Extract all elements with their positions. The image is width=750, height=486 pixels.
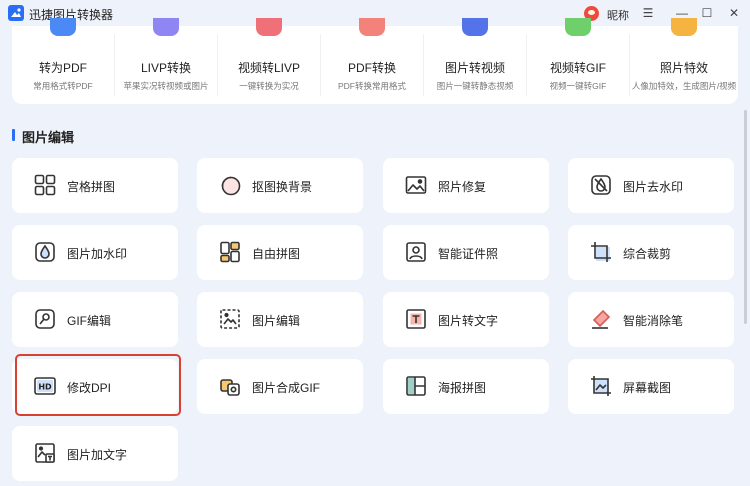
pdf-icon (359, 18, 385, 36)
tool-free-collage[interactable]: 自由拼图 (197, 225, 363, 280)
compose-gif-icon (220, 379, 240, 396)
photo-repair-icon (405, 176, 427, 194)
tool-label: GIF编辑 (67, 314, 111, 328)
tool-poster-collage[interactable]: 海报拼图 (383, 359, 549, 414)
gif-edit-icon (35, 309, 55, 329)
feature-livp-convert[interactable]: LIVP转换 苹果实况转视频或图片 (115, 18, 217, 104)
feature-name: PDF转换 (347, 61, 396, 75)
grid-icon (34, 174, 56, 196)
add-text-icon (35, 443, 55, 463)
eraser-icon (592, 309, 611, 329)
tool-label: 图片合成GIF (252, 381, 320, 395)
tool-label: 照片修复 (438, 180, 487, 194)
feature-name: 视频转LIVP (237, 61, 301, 75)
scrollbar[interactable] (744, 110, 747, 324)
tool-cutout[interactable]: 抠图换背景 (197, 158, 363, 213)
feature-desc: 图片一键转静态视频 (436, 81, 514, 91)
tool-label: 智能消除笔 (623, 314, 684, 328)
video-livp-icon (256, 18, 282, 36)
tool-add-watermark[interactable]: 图片加水印 (12, 225, 178, 280)
menu-icon[interactable]: ☰ (638, 3, 658, 23)
image-to-text-icon (406, 309, 426, 329)
free-collage-icon (220, 241, 240, 263)
tool-label: 图片转文字 (438, 314, 499, 328)
tool-label: 图片去水印 (623, 180, 684, 194)
tool-screenshot[interactable]: 屏幕截图 (568, 359, 734, 414)
tool-compose-gif[interactable]: 图片合成GIF (197, 359, 363, 414)
feature-desc: 苹果实况转视频或图片 (123, 81, 209, 91)
section-accent (12, 129, 15, 141)
cutout-icon (221, 176, 241, 196)
tool-label: 图片加水印 (67, 247, 128, 261)
livp-icon (153, 18, 179, 36)
feature-desc: 视频一键转GIF (549, 81, 607, 91)
tool-label: 综合裁剪 (623, 247, 672, 261)
tool-label: 自由拼图 (252, 247, 301, 261)
effects-icon (671, 18, 697, 36)
tool-gif-edit[interactable]: GIF编辑 (12, 292, 178, 347)
tool-label: 屏幕截图 (623, 381, 672, 395)
feature-desc: 常用格式转PDF (33, 81, 93, 91)
nickname-label[interactable]: 昵称 (607, 7, 629, 23)
image-edit-icon (220, 309, 240, 329)
tool-grid-collage[interactable]: 宫格拼图 (12, 158, 178, 213)
section-title: 图片编辑 (22, 130, 75, 145)
tool-image-to-text[interactable]: 图片转文字 (383, 292, 549, 347)
feature-name: 视频转GIF (550, 61, 606, 75)
feature-desc: PDF转换常用格式 (337, 81, 406, 91)
video-icon (462, 18, 488, 36)
feature-card: 转为PDF 常用格式转PDF LIVP转换 苹果实况转视频或图片 视频转LIVP… (12, 18, 738, 104)
feature-desc: 一键转换为实况 (239, 81, 299, 91)
screenshot-icon (591, 376, 611, 396)
feature-to-pdf[interactable]: 转为PDF 常用格式转PDF (12, 18, 114, 104)
tool-id-photo[interactable]: 智能证件照 (383, 225, 549, 280)
tool-label: 图片编辑 (252, 314, 301, 328)
remove-watermark-icon (591, 175, 611, 195)
feature-video-to-gif[interactable]: 视频转GIF 视频一键转GIF (527, 18, 629, 104)
add-watermark-icon (35, 242, 55, 262)
tool-image-edit[interactable]: 图片编辑 (197, 292, 363, 347)
tool-smart-eraser[interactable]: 智能消除笔 (568, 292, 734, 347)
feature-pdf-convert[interactable]: PDF转换 PDF转换常用格式 (321, 18, 423, 104)
feature-image-to-video[interactable]: 图片转视频 图片一键转静态视频 (424, 18, 526, 104)
feature-name: LIVP转换 (140, 61, 192, 75)
tool-label: 海报拼图 (438, 381, 487, 395)
feature-name: 照片特效 (659, 61, 708, 75)
tool-label: 图片加文字 (67, 448, 128, 462)
tool-label: 宫格拼图 (67, 180, 116, 194)
crop-icon (591, 242, 611, 262)
id-photo-icon (406, 242, 426, 262)
poster-collage-icon (406, 376, 426, 396)
feature-name: 图片转视频 (444, 61, 505, 75)
gif-icon (565, 18, 591, 36)
pdf-convert-icon (50, 18, 76, 36)
feature-name: 转为PDF (38, 61, 87, 75)
feature-video-to-livp[interactable]: 视频转LIVP 一键转换为实况 (218, 18, 320, 104)
tool-label: 智能证件照 (438, 247, 499, 261)
tool-crop[interactable]: 综合裁剪 (568, 225, 734, 280)
tool-label: 抠图换背景 (252, 180, 313, 194)
maximize-button[interactable]: ☐ (697, 3, 717, 23)
app-logo-icon (8, 5, 24, 21)
feature-photo-effects[interactable]: 照片特效 人像加特效，生成图片/视频 (630, 18, 738, 104)
close-button[interactable]: ✕ (724, 3, 744, 23)
tool-photo-repair[interactable]: 照片修复 (383, 158, 549, 213)
tool-add-text[interactable]: 图片加文字 (12, 426, 178, 481)
tool-remove-watermark[interactable]: 图片去水印 (568, 158, 734, 213)
selection-highlight (15, 354, 181, 416)
feature-desc: 人像加特效，生成图片/视频 (631, 81, 737, 91)
